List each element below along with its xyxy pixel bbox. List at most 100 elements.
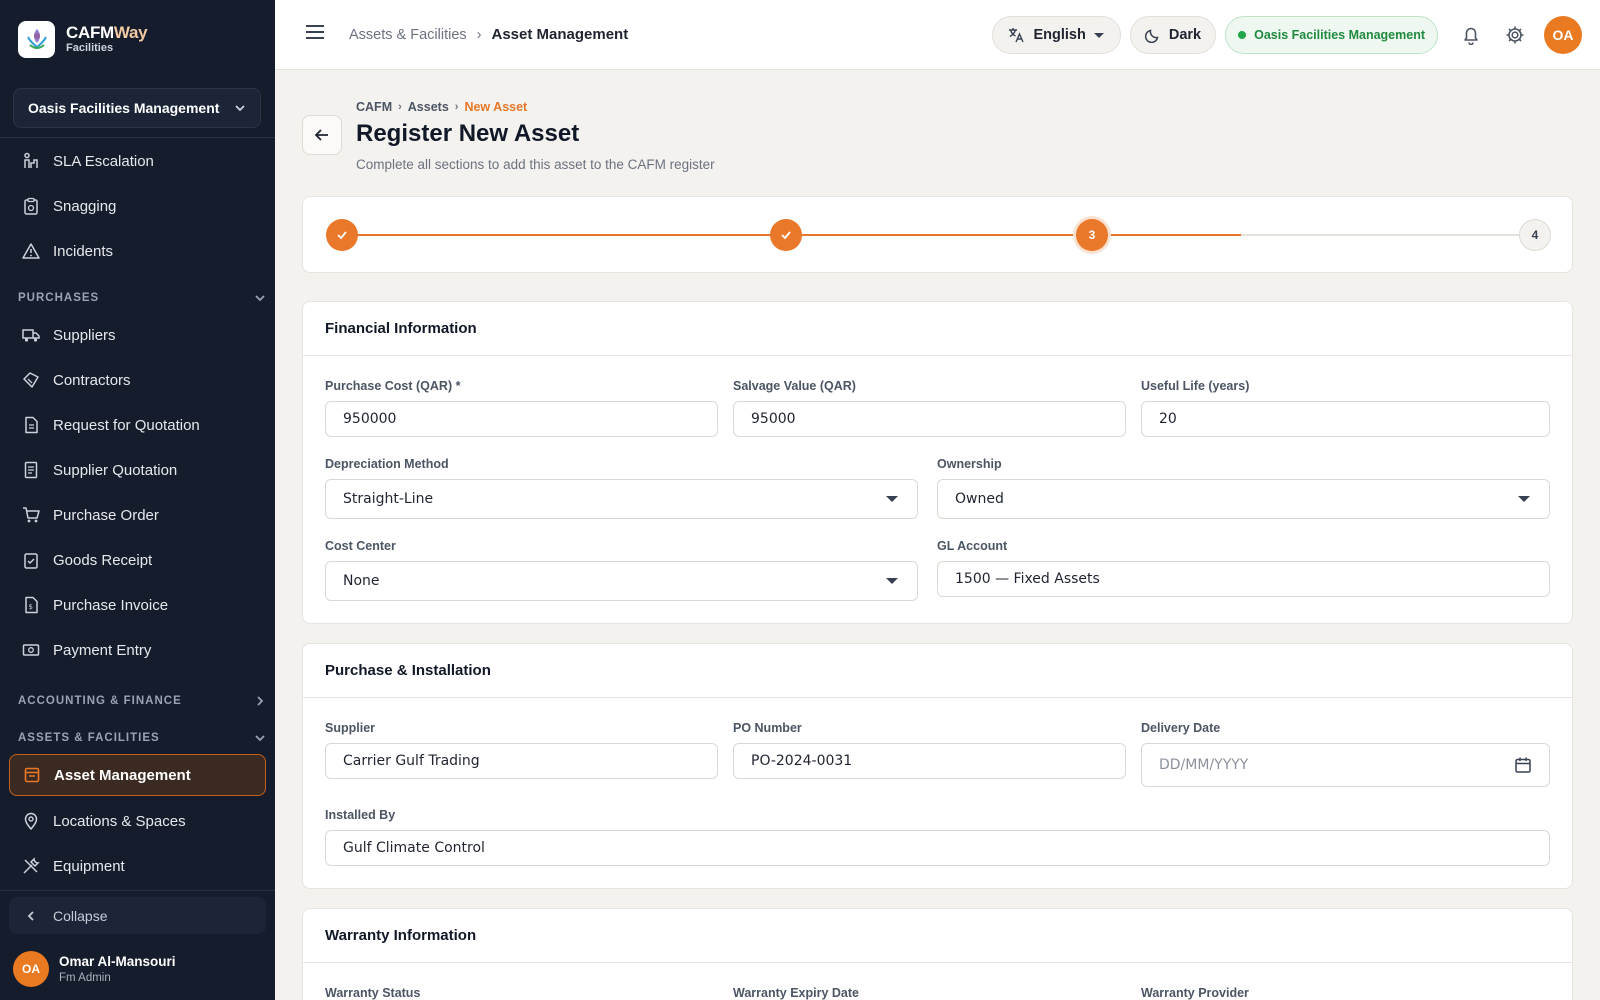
breadcrumb-cafm[interactable]: CAFM [356, 100, 392, 114]
sidebar-section-label: ACCOUNTING & FINANCE [18, 695, 182, 707]
avatar[interactable]: OA [1544, 16, 1582, 54]
purchase-cost-input[interactable]: 950000 [325, 401, 718, 437]
sidebar-item-equipment[interactable]: Equipment [9, 845, 266, 887]
sidebar-divider [0, 137, 275, 138]
page-breadcrumb: CAFM › Assets › New Asset [356, 100, 527, 114]
salvage-value-input[interactable]: 95000 [733, 401, 1126, 437]
sidebar-item-sla-escalation[interactable]: SLA Escalation [9, 140, 266, 182]
sidebar-item-request-for-quotation[interactable]: Request for Quotation [9, 404, 266, 446]
caret-down-icon [886, 578, 898, 584]
input-value: Carrier Gulf Trading [343, 753, 480, 769]
asset-icon [22, 765, 42, 785]
salvage-value-field: Salvage Value (QAR) 95000 [733, 379, 1126, 437]
calendar-icon[interactable] [1514, 756, 1532, 774]
sidebar-section-label: ASSETS & FACILITIES [18, 732, 160, 744]
sidebar-section-purchases[interactable]: PURCHASES [18, 292, 266, 304]
user-profile[interactable]: OA Omar Al-Mansouri Fm Admin [13, 951, 176, 987]
step-2[interactable] [770, 219, 802, 251]
top-bar: Assets & Facilities › Asset Management E… [275, 0, 1600, 70]
sidebar-item-supplier-quotation[interactable]: Supplier Quotation [9, 449, 266, 491]
select-value: Straight-Line [343, 491, 434, 507]
input-value: PO-2024-0031 [751, 753, 853, 769]
sidebar-item-label: Equipment [53, 857, 125, 875]
sidebar-item-snagging[interactable]: Snagging [9, 185, 266, 227]
theme-toggle[interactable]: Dark [1129, 16, 1217, 54]
supplier-input[interactable]: Carrier Gulf Trading [325, 743, 718, 779]
field-label: Warranty Status [325, 986, 421, 1000]
collapse-sidebar-button[interactable]: Collapse [9, 897, 266, 934]
sidebar-item-label: Request for Quotation [53, 416, 200, 434]
sidebar-item-label: Suppliers [53, 326, 116, 344]
gl-account-input[interactable]: 1500 — Fixed Assets [937, 561, 1550, 597]
step-4[interactable]: 4 [1519, 219, 1551, 251]
sidebar-item-payment-entry[interactable]: Payment Entry [9, 629, 266, 671]
step-1[interactable] [326, 219, 358, 251]
warranty-information-section: Warranty Information Warranty Status War… [302, 908, 1573, 1000]
sidebar-item-contractors[interactable]: Contractors [9, 359, 266, 401]
sidebar-item-goods-receipt[interactable]: Goods Receipt [9, 539, 266, 581]
sidebar-item-locations-spaces[interactable]: Locations & Spaces [9, 800, 266, 842]
page-subtitle: Complete all sections to add this asset … [356, 157, 715, 172]
sidebar-section-assets[interactable]: ASSETS & FACILITIES [18, 732, 266, 744]
input-value: 95000 [751, 411, 796, 427]
menu-icon[interactable] [305, 24, 327, 45]
input-placeholder: DD/MM/YYYY [1159, 757, 1249, 773]
moon-icon [1144, 29, 1159, 43]
select-value: Owned [955, 491, 1004, 507]
caret-down-icon [1518, 496, 1530, 502]
language-label: English [1033, 27, 1086, 43]
breadcrumb-assets[interactable]: Assets [408, 100, 449, 114]
sidebar-item-label: SLA Escalation [53, 152, 154, 170]
sidebar-item-label: Incidents [53, 242, 114, 260]
breadcrumb-current: Asset Management [491, 26, 629, 43]
check-icon [337, 231, 347, 240]
field-label: Purchase Cost (QAR) * [325, 379, 461, 393]
sidebar-item-asset-management[interactable]: Asset Management [9, 754, 266, 796]
sidebar-section-label: PURCHASES [18, 292, 100, 304]
sidebar-item-purchase-order[interactable]: Purchase Order [9, 494, 266, 536]
po-number-input[interactable]: PO-2024-0031 [733, 743, 1126, 779]
sidebar-item-label: Locations & Spaces [53, 812, 186, 830]
chevron-right-icon [257, 696, 264, 706]
organization-select-label: Oasis Facilities Management [28, 100, 220, 116]
step-3[interactable]: 3 [1076, 219, 1108, 251]
theme-label: Dark [1168, 27, 1202, 43]
sidebar-item-label: Asset Management [54, 766, 191, 784]
sidebar-section-accounting[interactable]: ACCOUNTING & FINANCE [18, 695, 266, 707]
useful-life-field: Useful Life (years) 20 [1141, 379, 1550, 437]
sidebar-item-incidents[interactable]: Incidents [9, 230, 266, 272]
cost-center-select[interactable]: None [325, 561, 918, 601]
sidebar-divider [0, 890, 275, 891]
sidebar-item-label: Contractors [53, 371, 131, 389]
sidebar-item-label: Goods Receipt [53, 551, 153, 569]
input-value: 20 [1159, 411, 1177, 427]
chevron-down-icon [255, 295, 265, 302]
installed-by-input[interactable]: Gulf Climate Control [325, 830, 1550, 866]
warranty-expiry-field: Warranty Expiry Date [733, 986, 1126, 1000]
delivery-date-input[interactable]: DD/MM/YYYY [1141, 743, 1550, 787]
brand[interactable]: CAFMWay Facilities [0, 0, 275, 78]
depreciation-method-select[interactable]: Straight-Line [325, 479, 918, 519]
organization-status-badge[interactable]: Oasis Facilities Management [1225, 16, 1438, 54]
cash-icon [21, 640, 41, 660]
ownership-select[interactable]: Owned [937, 479, 1550, 519]
settings-button[interactable] [1495, 16, 1535, 54]
financial-information-section: Financial Information Purchase Cost (QAR… [302, 301, 1573, 624]
sidebar-item-suppliers[interactable]: Suppliers [9, 314, 266, 356]
input-value: 1500 — Fixed Assets [955, 571, 1100, 587]
sidebar-item-purchase-invoice[interactable]: $ Purchase Invoice [9, 584, 266, 626]
field-label: Useful Life (years) [1141, 379, 1250, 393]
back-button[interactable] [302, 115, 342, 155]
warranty-status-field: Warranty Status [325, 986, 718, 1000]
organization-select[interactable]: Oasis Facilities Management [13, 88, 261, 128]
notifications-button[interactable] [1451, 16, 1491, 54]
select-value: None [343, 573, 380, 589]
sidebar-item-label: Supplier Quotation [53, 461, 178, 479]
useful-life-input[interactable]: 20 [1141, 401, 1550, 437]
language-select[interactable]: English [992, 16, 1121, 54]
arrow-left-icon [314, 129, 328, 141]
breadcrumb-parent[interactable]: Assets & Facilities [349, 27, 467, 43]
field-label: GL Account [937, 539, 1008, 553]
field-label: Delivery Date [1141, 721, 1221, 735]
chevron-right-icon: › [476, 26, 482, 43]
